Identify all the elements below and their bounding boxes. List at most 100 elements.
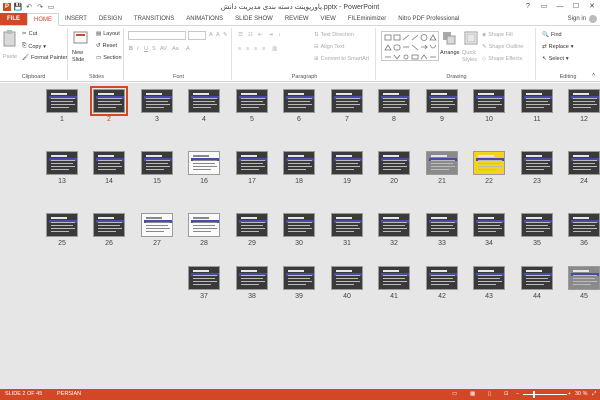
slide-thumbnail[interactable]: [473, 266, 505, 290]
select-button[interactable]: ↖ Select ▾: [542, 56, 569, 62]
text-direction-button[interactable]: ⇅ Text Direction: [314, 32, 354, 38]
slide-thumbnail[interactable]: [473, 89, 505, 113]
undo-icon[interactable]: ↶: [25, 3, 33, 11]
slide-thumbnail[interactable]: [568, 151, 600, 175]
slide-thumbnail[interactable]: [521, 89, 553, 113]
slide-thumbnail[interactable]: [568, 266, 600, 290]
clear-format-icon[interactable]: ✎: [223, 32, 228, 38]
slide-thumbnail[interactable]: [426, 213, 458, 237]
slide-thumbnail[interactable]: [473, 151, 505, 175]
font-family-input[interactable]: [128, 31, 186, 40]
tab-animations[interactable]: ANIMATIONS: [180, 13, 229, 25]
shapes-gallery[interactable]: [381, 31, 439, 61]
align-text-button[interactable]: ⊟ Align Text: [314, 44, 344, 50]
underline-icon[interactable]: U: [144, 46, 148, 52]
zoom-level[interactable]: 30 %: [575, 391, 588, 397]
fit-to-window-icon[interactable]: ⤢: [592, 391, 596, 398]
char-spacing-icon[interactable]: AV: [160, 46, 167, 52]
zoom-slider[interactable]: [523, 394, 567, 395]
slide-thumbnail[interactable]: [93, 213, 125, 237]
slide-show-view-icon[interactable]: ⊡: [504, 391, 509, 397]
align-left-icon[interactable]: ≡: [238, 46, 241, 52]
tab-fileminimizer[interactable]: FILEminimizer: [342, 13, 392, 25]
arrange-icon[interactable]: [442, 31, 456, 45]
quick-styles-icon[interactable]: [464, 31, 478, 45]
slide-thumbnail[interactable]: [188, 151, 220, 175]
slide-thumbnail[interactable]: [188, 266, 220, 290]
align-right-icon[interactable]: ≡: [254, 46, 257, 52]
shape-effects-button[interactable]: ◇ Shape Effects: [482, 56, 522, 62]
slide-thumbnail[interactable]: [426, 89, 458, 113]
line-spacing-icon[interactable]: ↕: [278, 32, 281, 38]
tab-view[interactable]: VIEW: [315, 13, 342, 25]
tab-nitro-pdf[interactable]: Nitro PDF Professional: [392, 13, 465, 25]
numbering-icon[interactable]: ☷: [248, 32, 253, 38]
tab-review[interactable]: REVIEW: [279, 13, 315, 25]
slide-thumbnail[interactable]: [188, 89, 220, 113]
language-indicator[interactable]: PERSIAN: [57, 391, 81, 397]
tab-file[interactable]: FILE: [0, 13, 27, 25]
slide-thumbnail[interactable]: [236, 89, 268, 113]
align-center-icon[interactable]: ≡: [246, 46, 249, 52]
slide-thumbnail[interactable]: [331, 89, 363, 113]
font-color-icon[interactable]: A: [186, 46, 190, 52]
shrink-font-icon[interactable]: A: [216, 32, 220, 38]
replace-button[interactable]: ⇄ Replace ▾: [542, 44, 574, 50]
normal-view-icon[interactable]: ▭: [452, 391, 457, 397]
slide-thumbnail[interactable]: [568, 89, 600, 113]
font-size-input[interactable]: [188, 31, 206, 40]
slide-thumbnail[interactable]: [93, 151, 125, 175]
layout-button[interactable]: ▤ Layout: [96, 31, 120, 37]
slide-thumbnail[interactable]: [141, 213, 173, 237]
slide-thumbnail[interactable]: [426, 151, 458, 175]
slide-thumbnail[interactable]: [283, 89, 315, 113]
tab-design[interactable]: DESIGN: [93, 13, 128, 25]
bullets-icon[interactable]: ☰: [238, 32, 243, 38]
bold-icon[interactable]: B: [129, 46, 133, 52]
grow-font-icon[interactable]: A: [209, 32, 213, 38]
slide-thumbnail[interactable]: [521, 266, 553, 290]
slide-thumbnail[interactable]: [426, 266, 458, 290]
help-icon[interactable]: ?: [520, 0, 536, 12]
slide-thumbnail[interactable]: [378, 151, 410, 175]
strikethrough-icon[interactable]: S: [152, 46, 156, 52]
sign-in-link[interactable]: Sign in: [568, 16, 586, 22]
slide-thumbnail[interactable]: [378, 89, 410, 113]
slide-thumbnail[interactable]: [283, 213, 315, 237]
new-slide-icon[interactable]: [73, 30, 89, 46]
slide-sorter-view-icon[interactable]: ▦: [470, 391, 475, 397]
copy-button[interactable]: ⎘ Copy ▾: [22, 43, 46, 50]
slide-thumbnail[interactable]: [188, 213, 220, 237]
slide-thumbnail[interactable]: [283, 266, 315, 290]
collapse-ribbon-icon[interactable]: ˄: [592, 72, 595, 78]
slide-thumbnail[interactable]: [236, 213, 268, 237]
tab-home[interactable]: HOME: [27, 13, 59, 26]
ribbon-display-icon[interactable]: ▭: [536, 0, 552, 12]
save-icon[interactable]: 💾: [14, 3, 23, 11]
slide-thumbnail[interactable]: [46, 89, 78, 113]
start-slideshow-icon[interactable]: ▭: [47, 3, 55, 11]
zoom-in-icon[interactable]: +: [568, 391, 571, 397]
redo-icon[interactable]: ↷: [36, 3, 44, 11]
account-icon[interactable]: [589, 15, 597, 23]
maximize-icon[interactable]: ☐: [568, 0, 584, 12]
slide-thumbnail[interactable]: [283, 151, 315, 175]
slide-thumbnail[interactable]: [90, 86, 128, 116]
slide-thumbnail[interactable]: [521, 213, 553, 237]
slide-thumbnail[interactable]: [236, 266, 268, 290]
find-button[interactable]: 🔍 Find: [542, 32, 562, 38]
paste-button[interactable]: Paste: [3, 54, 17, 60]
tab-transitions[interactable]: TRANSITIONS: [128, 13, 180, 25]
slide-thumbnail[interactable]: [331, 213, 363, 237]
reading-view-icon[interactable]: ▯: [488, 391, 491, 397]
slide-thumbnail[interactable]: [331, 266, 363, 290]
new-slide-button[interactable]: New Slide: [72, 50, 94, 64]
decrease-indent-icon[interactable]: ⇤: [258, 32, 263, 38]
arrange-button[interactable]: Arrange: [440, 50, 460, 56]
slide-thumbnail[interactable]: [521, 151, 553, 175]
slide-thumbnail[interactable]: [141, 151, 173, 175]
paste-icon[interactable]: [3, 30, 17, 48]
change-case-icon[interactable]: Aa: [172, 46, 179, 52]
slide-thumbnail[interactable]: [46, 151, 78, 175]
tab-slide-show[interactable]: SLIDE SHOW: [229, 13, 279, 25]
